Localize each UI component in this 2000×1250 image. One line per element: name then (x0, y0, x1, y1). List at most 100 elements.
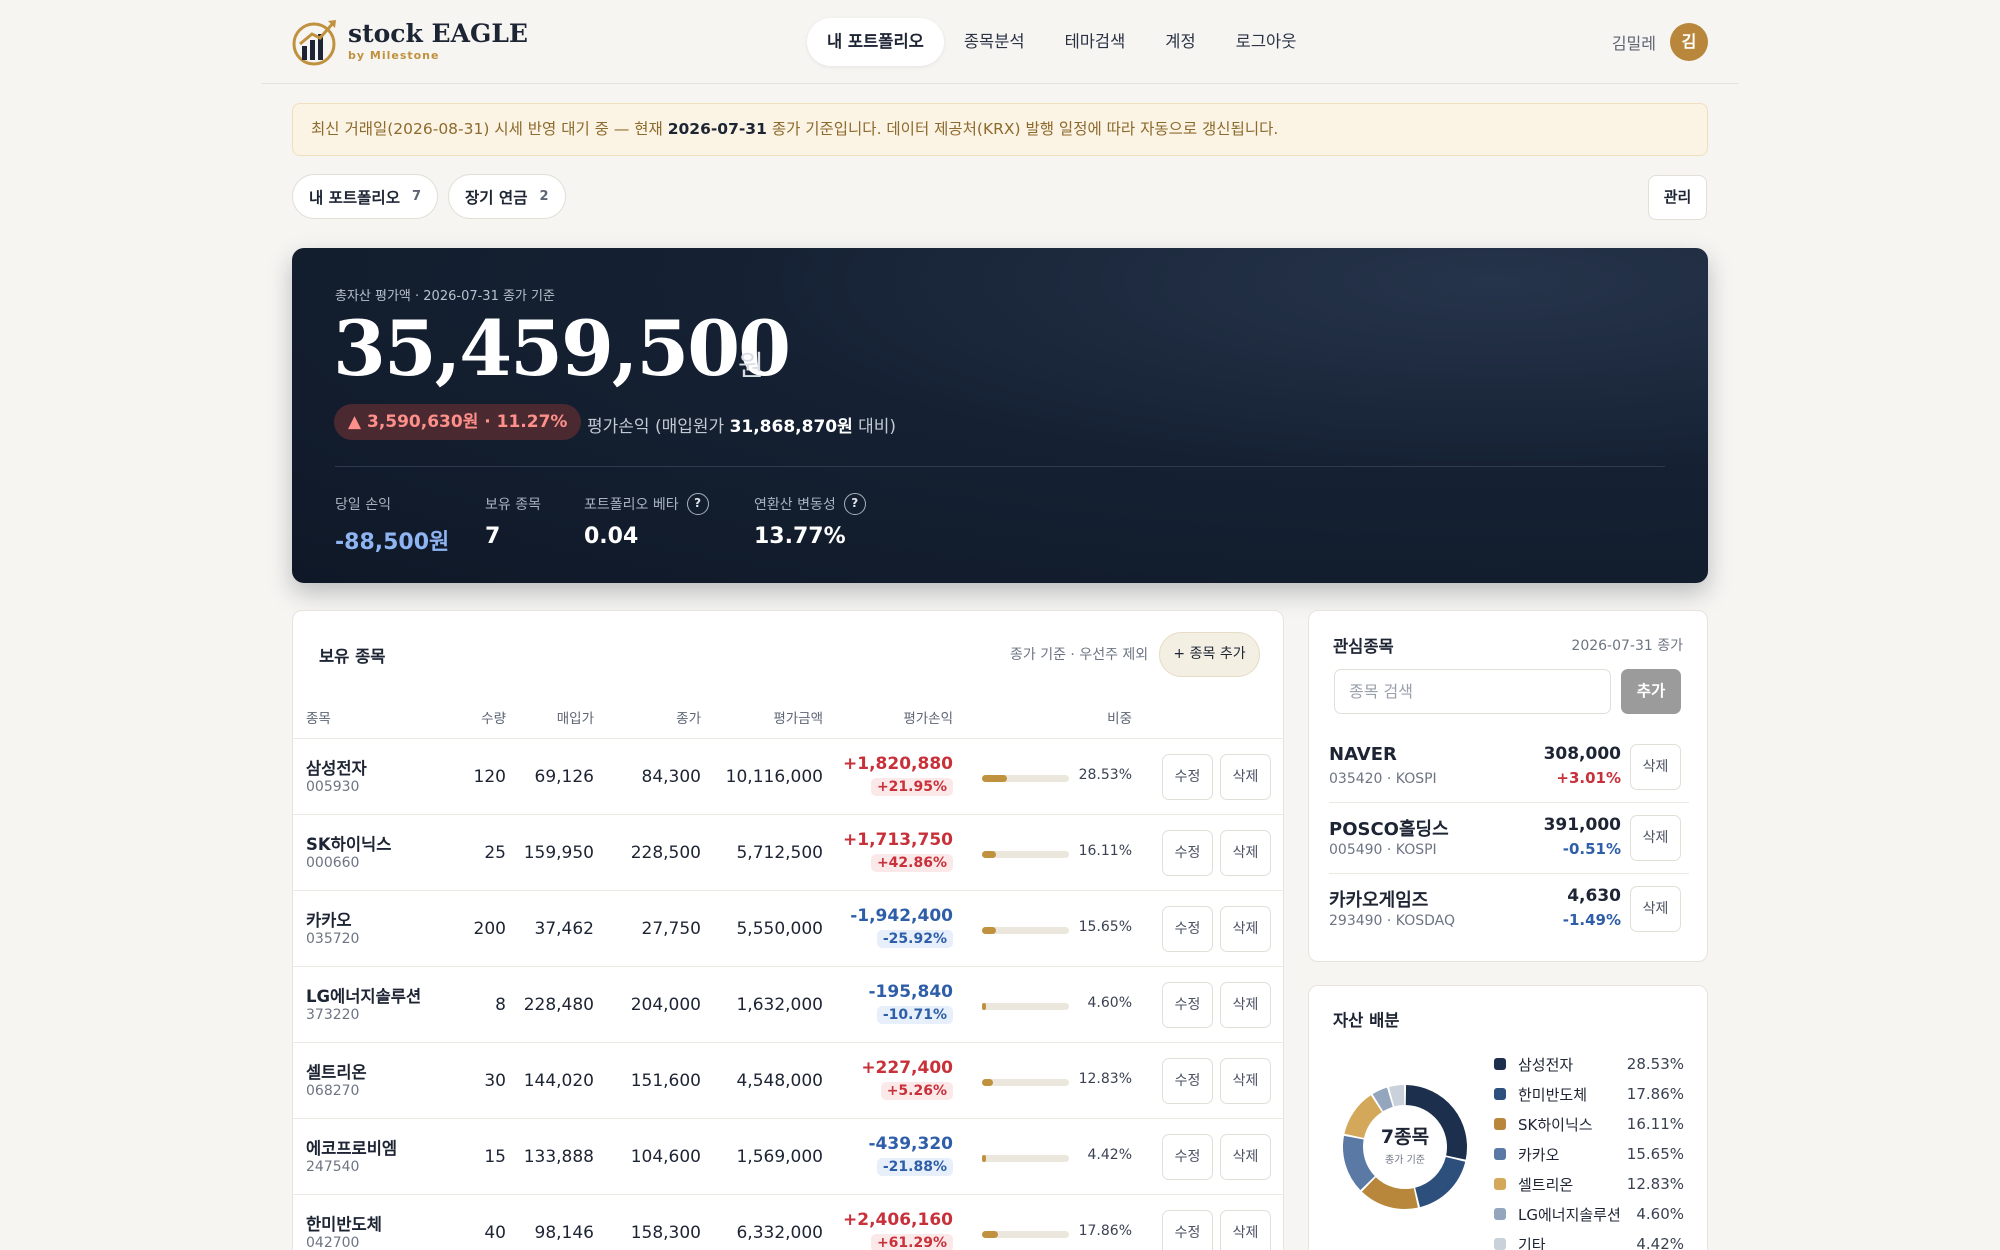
watchlist-item: 카카오게임즈 293490 · KOSDAQ 4,630 -1.49% 삭제 (1329, 874, 1689, 945)
stock-name[interactable]: 한미반도체 (306, 1211, 382, 1235)
summary-stat-label: 포트폴리오 베타? (584, 492, 709, 516)
profit-loss-percent: +21.95% (870, 778, 953, 796)
donut-center-label: 종가 기준 (1385, 1155, 1425, 1166)
manage-button[interactable]: 관리 (1648, 175, 1707, 220)
watchlist-add-button[interactable]: 추가 (1621, 669, 1681, 714)
watch-stock-name[interactable]: POSCO홀딩스 (1329, 815, 1449, 841)
stock-name[interactable]: 에코프로비엠 (306, 1135, 397, 1159)
stock-name[interactable]: 카카오 (306, 907, 352, 931)
stock-name[interactable]: SK하이닉스 (306, 831, 391, 855)
profit-loss-percent: -25.92% (876, 930, 953, 948)
watch-delete-button[interactable]: 삭제 (1630, 815, 1681, 861)
delete-button[interactable]: 삭제 (1220, 906, 1271, 952)
menu-item-2[interactable]: 테마검색 (1045, 18, 1146, 66)
profit-loss: +227,400 (861, 1058, 953, 1078)
watch-stock-name[interactable]: NAVER (1329, 744, 1397, 765)
add-stock-button[interactable]: + 종목 추가 (1159, 632, 1260, 677)
watch-stock-price: 391,000 (1543, 815, 1621, 835)
logo[interactable]: stock EAGLE by Milestone (292, 16, 528, 66)
stock-code: 000660 (306, 855, 360, 871)
column-header-0: 종목 (306, 711, 331, 727)
menu-item-1[interactable]: 종목분석 (944, 18, 1045, 66)
delete-button[interactable]: 삭제 (1220, 830, 1271, 876)
edit-button[interactable]: 수정 (1162, 830, 1213, 876)
summary-stat-0: 당일 손익 -88,500원 (335, 492, 449, 556)
market-value: 1,569,000 (736, 1147, 823, 1167)
menu-item-0[interactable]: 내 포트폴리오 (807, 18, 944, 66)
legend-item: 한미반도체 17.86% (1494, 1079, 1684, 1109)
profit-loss: +2,406,160 (843, 1210, 953, 1230)
edit-button[interactable]: 수정 (1162, 982, 1213, 1028)
legend-value: 17.86% (1626, 1085, 1684, 1103)
summary-divider (335, 466, 1665, 467)
allocation-title: 자산 배분 (1333, 1011, 1400, 1030)
watchlist-title: 관심종목 (1333, 637, 1394, 656)
holdings-title: 보유 종목 (319, 647, 386, 666)
stock-name[interactable]: 셀트리온 (306, 1059, 367, 1083)
top-nav: stock EAGLE by Milestone 내 포트폴리오 종목분석 테마검색… (262, 0, 1738, 84)
close-price: 84,300 (641, 767, 701, 787)
legend-name: 카카오 (1518, 1145, 1560, 1164)
close-price: 104,600 (630, 1147, 701, 1167)
watch-delete-button[interactable]: 삭제 (1630, 744, 1681, 790)
summary-stat-label-text: 보유 종목 (485, 497, 541, 513)
stock-code: 068270 (306, 1083, 360, 1099)
edit-button[interactable]: 수정 (1162, 906, 1213, 952)
watch-delete-button[interactable]: 삭제 (1630, 886, 1681, 932)
watch-stock-change: -0.51% (1562, 840, 1621, 858)
weight-bar-fill (982, 1079, 994, 1086)
legend-item: 카카오 15.65% (1494, 1139, 1684, 1169)
total-asset-unit: 원 (738, 349, 764, 382)
edit-button[interactable]: 수정 (1162, 1134, 1213, 1180)
weight-bar (982, 1155, 1069, 1162)
gain-desc-pre: 평가손익 (매입원가 (587, 417, 730, 437)
watch-stock-code: 293490 · KOSDAQ (1329, 913, 1455, 929)
summary-stat-label-text: 포트폴리오 베타 (584, 497, 679, 513)
delete-button[interactable]: 삭제 (1220, 982, 1271, 1028)
legend-value: 4.60% (1636, 1205, 1684, 1223)
legend-item: SK하이닉스 16.11% (1494, 1109, 1684, 1139)
column-header-5: 평가손익 (903, 711, 953, 727)
total-asset-label: 총자산 평가액 · 2026-07-31 종가 기준 (335, 289, 555, 304)
help-icon[interactable]: ? (686, 493, 709, 515)
watchlist-search-input[interactable] (1334, 669, 1611, 714)
legend-name: 셀트리온 (1518, 1175, 1574, 1194)
table-row: 삼성전자 005930 120 69,126 84,300 10,116,000 +1,82… (293, 739, 1283, 815)
weight-bar-fill (982, 927, 996, 934)
buy-price: 228,480 (523, 995, 594, 1015)
help-icon[interactable]: ? (843, 493, 866, 515)
legend-swatch (1494, 1148, 1506, 1160)
delete-button[interactable]: 삭제 (1220, 1134, 1271, 1180)
stock-code: 042700 (306, 1235, 360, 1250)
legend-item: 기타 4.42% (1494, 1229, 1684, 1250)
edit-button[interactable]: 수정 (1162, 1058, 1213, 1104)
avatar[interactable]: 김 (1670, 23, 1708, 61)
user-area[interactable]: 김밀레 김 (1612, 23, 1708, 61)
legend-name: 기타 (1518, 1235, 1546, 1250)
edit-button[interactable]: 수정 (1162, 1210, 1213, 1250)
portfolio-tab-label: 내 포트폴리오 (309, 188, 400, 207)
menu-item-4[interactable]: 로그아웃 (1216, 18, 1317, 66)
menu-item-3[interactable]: 계정 (1145, 18, 1215, 66)
allocation-legend: 삼성전자 28.53% 한미반도체 17.86% SK하이닉스 16.11% 카카오 15.6… (1494, 1049, 1684, 1250)
delete-button[interactable]: 삭제 (1220, 1210, 1271, 1250)
edit-button[interactable]: 수정 (1162, 754, 1213, 800)
stock-name[interactable]: LG에너지솔루션 (306, 983, 421, 1007)
weight-bar-fill (982, 775, 1007, 782)
watch-stock-price: 308,000 (1543, 744, 1621, 764)
table-row: SK하이닉스 000660 25 159,950 228,500 5,712,500 +1,… (293, 815, 1283, 891)
stock-name[interactable]: 삼성전자 (306, 755, 367, 779)
quantity: 8 (495, 995, 506, 1015)
summary-stat-label: 보유 종목 (485, 492, 541, 516)
market-value: 6,332,000 (736, 1223, 823, 1243)
gain-desc-post: 대비) (852, 417, 897, 437)
delete-button[interactable]: 삭제 (1220, 754, 1271, 800)
delete-button[interactable]: 삭제 (1220, 1058, 1271, 1104)
portfolio-tab-1[interactable]: 장기 연금 2 (448, 174, 566, 219)
portfolio-tab-0[interactable]: 내 포트폴리오 7 (292, 174, 439, 219)
stock-code: 247540 (306, 1159, 360, 1175)
legend-swatch (1494, 1208, 1506, 1220)
holdings-meta: 종가 기준 · 우선주 제외 (1010, 647, 1149, 663)
watch-stock-name[interactable]: 카카오게임즈 (1329, 886, 1428, 912)
weight-percent: 4.60% (1087, 995, 1132, 1011)
